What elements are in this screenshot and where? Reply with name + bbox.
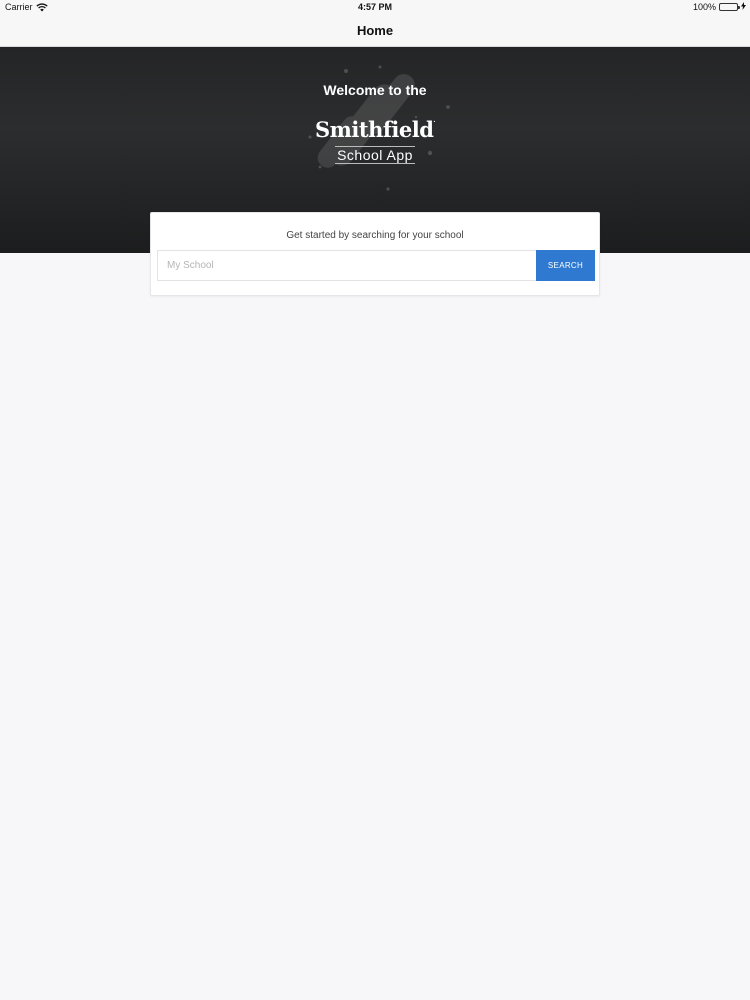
app-name-wrap: School App: [0, 146, 750, 165]
welcome-heading: Welcome to the: [323, 82, 427, 98]
search-button[interactable]: SEARCH: [536, 250, 595, 281]
search-prompt: Get started by searching for your school: [286, 230, 464, 241]
brand-logo: Smithfield.: [0, 117, 750, 142]
status-time: 4:57 PM: [357, 2, 392, 12]
status-right: 100%: [693, 2, 746, 12]
charging-icon: [741, 2, 746, 12]
status-bar: Carrier 4:57 PM 100%: [0, 0, 750, 16]
school-search-input[interactable]: [157, 250, 537, 281]
brand-mark: .: [433, 117, 435, 124]
brand-name: Smithfield: [315, 117, 434, 142]
navigation-bar: Home: [0, 16, 750, 47]
battery-percent: 100%: [692, 2, 716, 12]
battery-icon: [719, 3, 740, 11]
app-name: School App: [335, 146, 415, 164]
search-card: Get started by searching for your school…: [150, 212, 600, 296]
page-title: Home: [356, 23, 394, 38]
